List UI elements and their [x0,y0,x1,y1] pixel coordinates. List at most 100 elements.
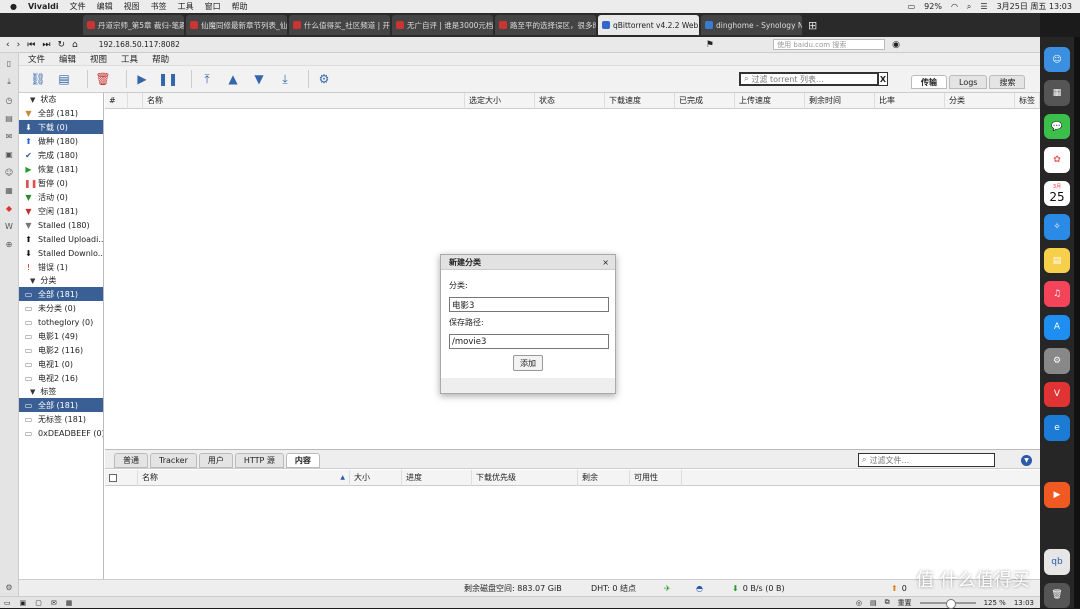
wifi-icon[interactable]: ◠ [951,2,958,11]
sidebar-filter-item[interactable]: ⬆ 做种 (180) [19,134,103,148]
column-header[interactable]: 下载优先级 [472,469,578,486]
notes-panel-icon[interactable]: ▤ [5,114,13,123]
calendar-app-icon[interactable]: 3月 25 [1044,180,1070,207]
menubar-item[interactable]: 视图 [124,1,140,12]
infuse-icon[interactable]: ▶ [1044,482,1070,508]
select-all-checkbox[interactable] [105,469,138,486]
photos-icon[interactable]: ✿ [1044,147,1070,173]
zoom-slider[interactable] [919,598,976,609]
calendar-panel-icon[interactable]: ▦ [5,186,13,195]
sidebar-filter-item[interactable]: ▶ 恢复 (181) [19,162,103,176]
tab-logs[interactable]: Logs [949,75,988,89]
home-icon[interactable]: ⌂ [72,40,78,50]
tag-section-header[interactable]: ▼ 标签 [19,385,103,398]
window-icon[interactable]: ▢ [35,599,42,607]
system-preferences-icon[interactable]: ⚙ [1044,348,1070,374]
app-menu-item[interactable]: 帮助 [152,53,169,65]
column-header[interactable]: 进度 [402,469,472,486]
move-up-icon[interactable]: ▲ [224,70,242,88]
tab-peers[interactable]: 用户 [198,453,233,468]
tab-transfers[interactable]: 传输 [911,75,947,89]
menubar-item[interactable]: 工具 [178,1,194,12]
torrent-filter-input[interactable]: ⌕ 过滤 torrent 列表... [739,72,879,86]
messages-icon[interactable]: 💬 [1044,113,1070,140]
zoom-reset-label[interactable]: 重置 [898,598,912,608]
edge-icon[interactable]: e [1044,415,1070,441]
bookmarks-panel-icon[interactable]: ▯ [7,59,11,68]
finder-icon[interactable]: ☺ [1044,47,1070,73]
delete-icon[interactable]: 🗑 [94,70,112,88]
mail-panel-icon[interactable]: ✉ [6,132,13,141]
music-icon[interactable]: ♫ [1044,281,1070,307]
tab-content[interactable]: 内容 [285,453,320,468]
category-name-input[interactable]: 电影3 [449,297,609,312]
menubar-clock[interactable]: 3月25日 周五 13:03 [997,1,1072,12]
file-filter-input[interactable]: ⌕ 过滤文件... [858,453,995,467]
column-header[interactable]: 可用性 [630,469,682,486]
vivaldi-dock-icon[interactable]: V [1044,381,1070,408]
trash-icon[interactable]: 🗑 [1044,582,1070,608]
history-panel-icon[interactable]: ◷ [6,96,13,105]
move-top-icon[interactable]: ⤒ [198,70,216,88]
reload-icon[interactable]: ↻ [57,40,65,50]
downloads-panel-icon[interactable]: ⤓ [7,77,11,87]
browser-tab[interactable]: dinghome - Synology NAS [701,15,802,35]
capture-icon[interactable]: ◎ [856,599,862,607]
browser-tab[interactable]: 什么值得买_社区频道 | 开 [289,15,390,35]
sidebar-filter-item[interactable]: ! 错误 (1) [19,260,103,274]
status-section-header[interactable]: ▼ 状态 [19,93,103,106]
column-header[interactable]: 已完成 [675,92,735,109]
column-header[interactable]: 标签 [1015,92,1040,109]
wiki-panel-icon[interactable]: W [5,222,13,231]
sidebar-filter-item[interactable]: ▼ 空闲 (181) [19,204,103,218]
fast-forward-icon[interactable]: ⏭ [42,40,50,50]
column-header[interactable]: # [105,92,128,109]
options-gear-icon[interactable]: ⚙ [315,70,333,88]
add-panel-icon[interactable]: ⊕ [6,240,13,249]
sidebar-filter-item[interactable]: ▼ 全部 (181) [19,106,103,120]
tab-search[interactable]: 搜索 [989,75,1026,89]
search-icon[interactable]: ⌕ [967,2,971,12]
tile-tabs-icon[interactable]: ▣ [20,599,27,607]
column-header[interactable]: 名称 [143,92,465,109]
page-actions-icon[interactable]: ⧉ [885,598,890,607]
add-torrent-file-icon[interactable]: ▤ [55,70,73,88]
menubar-item[interactable]: 书签 [151,1,167,12]
speed-limit-icon[interactable]: ◓ [696,584,703,593]
chevron-down-icon[interactable]: ▼ [1021,455,1032,466]
add-category-button[interactable]: 添加 [513,355,543,371]
browser-tab[interactable]: 路至平的选择误区，很多时 [495,15,596,35]
close-icon[interactable]: × [602,258,609,267]
menubar-item[interactable]: 编辑 [97,1,113,12]
column-header[interactable]: 下载速度 [605,92,675,109]
new-tab-icon[interactable]: ⊞ [808,19,817,32]
sidebar-filter-item[interactable]: ❚❚ 暂停 (0) [19,176,103,190]
column-header[interactable]: 状态 [535,92,605,109]
sidebar-filter-item[interactable]: ✔ 完成 (180) [19,148,103,162]
app-menu-item[interactable]: 工具 [121,53,138,65]
column-header[interactable]: 大小 [350,469,402,486]
sidebar-filter-item[interactable]: ▭ 电影1 (49) [19,329,103,343]
app-store-icon[interactable]: A [1044,314,1070,341]
vivaldi-icon[interactable]: ◆ [6,204,12,213]
add-torrent-link-icon[interactable]: ⛓ [29,70,47,88]
qbittorrent-dock-icon[interactable]: qb [1044,549,1070,575]
sidebar-filter-item[interactable]: ▭ 未分类 (0) [19,301,103,315]
contacts-panel-icon[interactable]: ☺ [5,168,13,177]
column-header[interactable]: 选定大小 [465,92,535,109]
menubar-item[interactable]: 帮助 [232,1,248,12]
sidebar-filter-item[interactable]: ▭ 全部 (181) [19,287,103,301]
move-bottom-icon[interactable]: ⤓ [276,70,294,88]
resume-icon[interactable]: ▶ [133,70,151,88]
column-header[interactable]: 名称 ▲ [138,469,350,486]
column-header[interactable]: 比率 [875,92,945,109]
settings-icon[interactable]: ⚙ [5,583,12,592]
menubar-item[interactable]: 文件 [70,1,86,12]
sidebar-filter-item[interactable]: ⬆ Stalled Uploadi... [19,232,103,246]
sidebar-filter-item[interactable]: ▼ 活动 (0) [19,190,103,204]
images-icon[interactable]: ▤ [870,599,877,607]
notes-icon[interactable]: ▤ [1044,247,1070,274]
app-menu-item[interactable]: 文件 [28,53,45,65]
sidebar-filter-item[interactable]: ▭ totheglory (0) [19,315,103,329]
sidebar-filter-item[interactable]: ▭ 电视2 (16) [19,371,103,385]
